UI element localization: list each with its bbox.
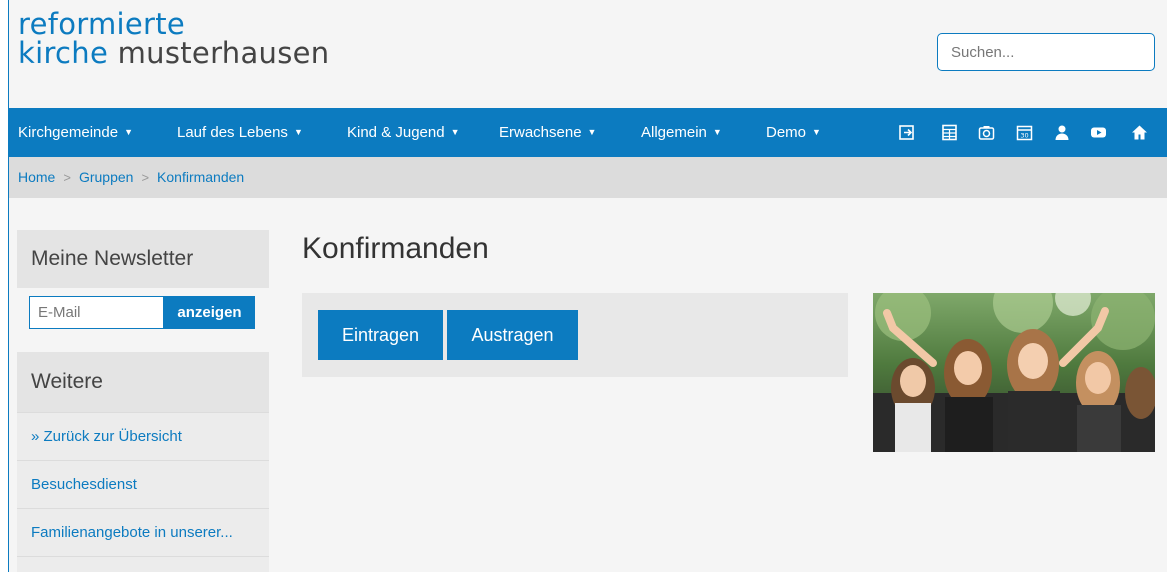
nav-item-kirchgemeinde[interactable]: Kirchgemeinde ▼	[18, 108, 133, 157]
breadcrumb-konfirmanden[interactable]: Konfirmanden	[157, 169, 244, 185]
page-frame: reformierte kirche musterhausen Kirchgem…	[8, 0, 1167, 572]
caret-down-icon: ▼	[293, 127, 303, 137]
newsletter-heading: Meine Newsletter	[17, 230, 269, 288]
logo-bold-word: kirche	[18, 36, 109, 70]
subscribe-button[interactable]: Eintragen	[318, 310, 443, 360]
nav-label: Kirchgemeinde	[18, 124, 119, 141]
sidebar-link-familienangebote[interactable]: Familienangebote in unserer...	[17, 508, 269, 556]
breadcrumb-gruppen[interactable]: Gruppen	[79, 169, 133, 185]
site-logo[interactable]: reformierte kirche musterhausen	[18, 10, 329, 68]
newsletter-form: anzeigen	[17, 288, 269, 352]
breadcrumb: Home > Gruppen > Konfirmanden	[9, 157, 1167, 198]
caret-down-icon: ▼	[587, 127, 597, 137]
show-newsletter-button[interactable]: anzeigen	[164, 296, 255, 329]
breadcrumb-separator: >	[141, 170, 150, 185]
caret-down-icon: ▼	[712, 127, 722, 137]
user-icon[interactable]	[1054, 124, 1071, 141]
home-icon[interactable]	[1131, 124, 1148, 141]
sidebar-link-back[interactable]: » Zurück zur Übersicht	[17, 412, 269, 460]
email-field[interactable]	[29, 296, 164, 329]
logo-line-1: reformierte	[18, 7, 186, 41]
more-heading: Weitere	[17, 352, 269, 412]
youtube-icon[interactable]	[1090, 124, 1107, 141]
caret-down-icon: ▼	[450, 127, 460, 137]
nav-item-demo[interactable]: Demo ▼	[766, 108, 821, 157]
search-input[interactable]	[937, 33, 1155, 71]
nav-item-lauf-des-lebens[interactable]: Lauf des Lebens ▼	[177, 108, 303, 157]
sidebar: Meine Newsletter anzeigen Weitere » Zurü…	[17, 230, 269, 572]
nav-item-erwachsene[interactable]: Erwachsene ▼	[499, 108, 596, 157]
subscription-panel: Eintragen Austragen	[302, 293, 848, 377]
site-header: reformierte kirche musterhausen	[9, 0, 1167, 108]
caret-down-icon: ▼	[812, 127, 821, 137]
table-icon[interactable]	[941, 124, 958, 141]
nav-label: Lauf des Lebens	[177, 124, 288, 141]
breadcrumb-home[interactable]: Home	[18, 169, 55, 185]
nav-label: Kind & Jugend	[347, 124, 445, 141]
logo-line-2: kirche musterhausen	[18, 39, 329, 68]
sidebar-link-besuchesdienst[interactable]: Besuchesdienst	[17, 460, 269, 508]
nav-item-allgemein[interactable]: Allgemein ▼	[641, 108, 722, 157]
unsubscribe-button[interactable]: Austragen	[447, 310, 578, 360]
page-title: Konfirmanden	[302, 232, 489, 265]
nav-label: Allgemein	[641, 124, 707, 141]
caret-down-icon: ▼	[124, 127, 133, 137]
nav-label: Erwachsene	[499, 124, 582, 141]
svg-text:30: 30	[1020, 132, 1028, 140]
group-photo	[873, 293, 1155, 452]
nav-label: Demo	[766, 124, 807, 141]
login-icon[interactable]	[898, 124, 915, 141]
main-nav: Kirchgemeinde ▼ Lauf des Lebens ▼ Kind & J…	[9, 108, 1167, 157]
sidebar-link-partial[interactable]	[17, 556, 269, 572]
calendar-icon[interactable]: 30	[1016, 124, 1033, 141]
logo-light-word: musterhausen	[108, 36, 330, 70]
breadcrumb-separator: >	[63, 170, 71, 185]
nav-item-kind-jugend[interactable]: Kind & Jugend ▼	[347, 108, 460, 157]
camera-icon[interactable]	[978, 124, 995, 141]
